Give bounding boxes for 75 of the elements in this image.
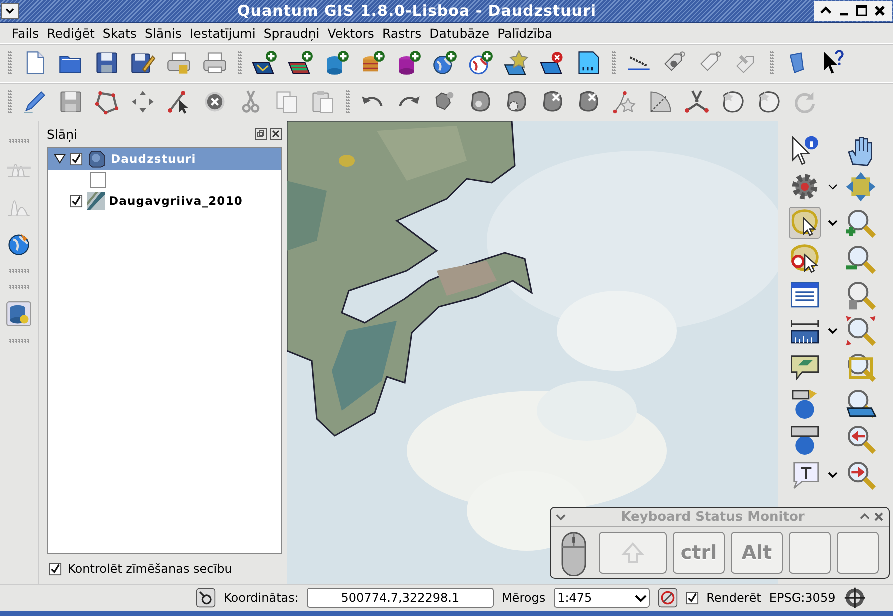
paste-icon[interactable] bbox=[310, 89, 336, 115]
select-cursor-icon[interactable] bbox=[789, 207, 821, 239]
add-vector-layer-icon[interactable] bbox=[252, 50, 278, 76]
database-icon[interactable] bbox=[6, 301, 32, 327]
add-database-icon[interactable] bbox=[396, 50, 422, 76]
keyboard-key: ctrl bbox=[673, 532, 725, 574]
menu-item[interactable]: Iestatījumi bbox=[186, 26, 260, 40]
star-nodes-icon[interactable] bbox=[612, 89, 638, 115]
scale-combo[interactable]: 1:475 bbox=[554, 588, 650, 608]
zoom-out-icon[interactable] bbox=[845, 243, 877, 275]
move-arrows-icon[interactable] bbox=[845, 171, 877, 203]
add-globe-icon[interactable] bbox=[432, 50, 458, 76]
close-icon[interactable] bbox=[270, 128, 282, 140]
float-icon[interactable] bbox=[255, 128, 267, 140]
magnifier-icon[interactable] bbox=[845, 279, 877, 311]
stop-render-icon[interactable] bbox=[658, 588, 678, 608]
layer-name: Daudzstuuri bbox=[111, 152, 196, 166]
menu-item[interactable]: Skats bbox=[98, 26, 141, 40]
keyboard-key: Alt bbox=[731, 532, 783, 574]
menu-item[interactable]: Spraudņi bbox=[260, 26, 324, 40]
add-globe-icon[interactable] bbox=[468, 50, 494, 76]
caret-icon[interactable] bbox=[828, 471, 838, 479]
add-database-icon[interactable] bbox=[324, 50, 350, 76]
layers-icon bbox=[87, 149, 107, 169]
crs-label[interactable]: EPSG:3059 bbox=[769, 591, 836, 605]
checkbox[interactable] bbox=[686, 592, 699, 604]
zoom-selection-icon[interactable] bbox=[845, 387, 877, 419]
projection-icon[interactable] bbox=[844, 587, 866, 609]
zoom-next-icon[interactable] bbox=[845, 459, 877, 491]
menu-item[interactable]: Palīdzība bbox=[494, 26, 557, 40]
caret-icon[interactable] bbox=[828, 183, 838, 191]
move-arrows-icon[interactable] bbox=[130, 89, 156, 115]
pencil-icon[interactable] bbox=[22, 89, 48, 115]
raster-thumbnail-icon bbox=[87, 192, 105, 210]
printer-star-icon[interactable] bbox=[166, 50, 192, 76]
layer-name: Daugavgriiva_2010 bbox=[109, 194, 243, 208]
menu-item[interactable]: Fails bbox=[8, 26, 44, 40]
scale-label: Mērogs bbox=[502, 591, 546, 605]
checkbox[interactable] bbox=[49, 562, 62, 576]
coordinates-label: Koordinātas: bbox=[224, 591, 299, 605]
add-raster-layer-icon[interactable] bbox=[288, 50, 314, 76]
caret-icon[interactable] bbox=[828, 219, 838, 227]
panel-title: Slāņi bbox=[47, 126, 78, 142]
menu-item[interactable]: Rediģēt bbox=[43, 26, 99, 40]
zoom-last-icon[interactable] bbox=[845, 423, 877, 455]
zoom-in-icon[interactable] bbox=[845, 207, 877, 239]
menu-item[interactable]: Rastrs bbox=[378, 26, 426, 40]
save-icon[interactable] bbox=[94, 50, 120, 76]
zoom-layer-icon[interactable] bbox=[845, 351, 877, 383]
menu-item[interactable]: Datubāze bbox=[426, 26, 494, 40]
menu-item[interactable]: Vektors bbox=[324, 26, 378, 40]
legend-swatch bbox=[90, 172, 106, 188]
layer-row[interactable]: Daugavgriiva_2010 bbox=[48, 190, 281, 212]
printer-icon[interactable] bbox=[202, 50, 228, 76]
keyboard-key bbox=[789, 532, 831, 574]
window-menu-button[interactable] bbox=[1, 3, 19, 19]
messages-icon[interactable] bbox=[196, 588, 216, 608]
star-layer-icon[interactable] bbox=[504, 50, 530, 76]
checkbox[interactable] bbox=[70, 152, 83, 166]
zoom-full-icon[interactable] bbox=[845, 315, 877, 347]
checkbox-label: Kontrolēt zīmēšanas secību bbox=[68, 562, 232, 576]
menu-item[interactable]: Slānis bbox=[140, 26, 186, 40]
new-file-icon[interactable] bbox=[576, 50, 602, 76]
checkbox-label: Renderēt bbox=[706, 591, 762, 605]
scissors-nodes-icon[interactable] bbox=[684, 89, 710, 115]
caret-icon[interactable] bbox=[828, 327, 838, 335]
checkbox[interactable] bbox=[70, 194, 83, 208]
up-arrow-icon bbox=[620, 540, 646, 564]
window-title: Quantum GIS 1.8.0-Lisboa - Daudzstuuri bbox=[236, 2, 598, 20]
coordinates-field[interactable]: 500774.7,322298.1 bbox=[306, 588, 494, 608]
expander-icon[interactable] bbox=[54, 154, 66, 164]
deselect-icon[interactable] bbox=[789, 243, 821, 275]
keyboard-key bbox=[837, 532, 879, 574]
window-title: Keyboard Status Monitor bbox=[620, 510, 806, 524]
polygon-nodes-icon[interactable] bbox=[94, 89, 120, 115]
